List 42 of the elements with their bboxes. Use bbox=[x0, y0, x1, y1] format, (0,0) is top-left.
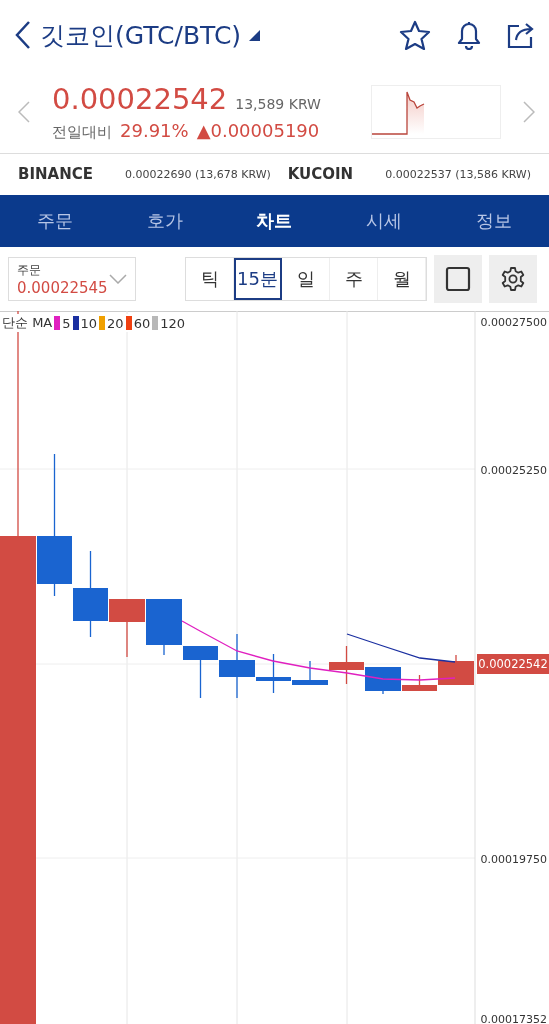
legend-period: 5 bbox=[62, 315, 71, 331]
settings-button[interactable] bbox=[489, 255, 537, 303]
period-button[interactable]: 15분 bbox=[234, 258, 282, 300]
nav-tab[interactable]: 호가 bbox=[109, 195, 220, 247]
legend-period: 20 bbox=[107, 315, 124, 331]
change-amount: ▲0.00005190 bbox=[196, 119, 320, 141]
nav-tab[interactable]: 주문 bbox=[0, 195, 110, 247]
axis-label: 0.00027500 bbox=[480, 315, 547, 329]
axis-label: 0.00017352 bbox=[480, 1012, 547, 1024]
legend-period: 10 bbox=[80, 315, 98, 331]
exchange-price: 0.00022690 (13,678 KRW) bbox=[125, 167, 271, 181]
exchange-price: 0.00022537 (13,586 KRW) bbox=[385, 167, 531, 181]
square-icon bbox=[445, 266, 471, 292]
candle bbox=[183, 645, 218, 699]
dropdown-icon[interactable] bbox=[249, 29, 261, 41]
change-percent: 29.91% bbox=[120, 119, 189, 141]
fullscreen-button[interactable] bbox=[434, 255, 482, 303]
nav-tab[interactable]: 정보 bbox=[439, 195, 549, 247]
chevron-down-icon bbox=[109, 274, 127, 284]
settings-icon bbox=[500, 266, 526, 292]
back-icon[interactable] bbox=[14, 20, 32, 50]
exchange-name: KUCOIN bbox=[287, 165, 354, 183]
axis-label: 0.00019750 bbox=[480, 852, 547, 866]
share-icon[interactable] bbox=[507, 21, 535, 49]
bell-icon[interactable] bbox=[455, 20, 483, 50]
legend-period: 120 bbox=[160, 315, 185, 331]
legend-period: 60 bbox=[133, 315, 151, 331]
order-price-select[interactable]: 주문 0.00022545 bbox=[8, 257, 136, 301]
krw-price: 13,589 KRW bbox=[235, 95, 321, 112]
exchange-name: BINANCE bbox=[18, 165, 93, 183]
star-icon[interactable] bbox=[399, 20, 431, 50]
coin-title: 깃코인(GTC/BTC) bbox=[40, 19, 242, 52]
order-price: 0.00022545 bbox=[17, 278, 108, 297]
candle bbox=[146, 598, 182, 656]
current-price: 0.00022542 bbox=[52, 81, 228, 116]
axis-label: 0.00025250 bbox=[480, 463, 547, 477]
order-label: 주문 bbox=[17, 261, 42, 279]
current-price-tag: 0.00022542 bbox=[477, 654, 549, 674]
nav-tab[interactable]: 시세 bbox=[329, 195, 440, 247]
legend-label: 단순 MA bbox=[2, 314, 53, 332]
nav-tab[interactable]: 차트 bbox=[219, 195, 330, 247]
change-label: 전일대비 bbox=[52, 122, 112, 142]
